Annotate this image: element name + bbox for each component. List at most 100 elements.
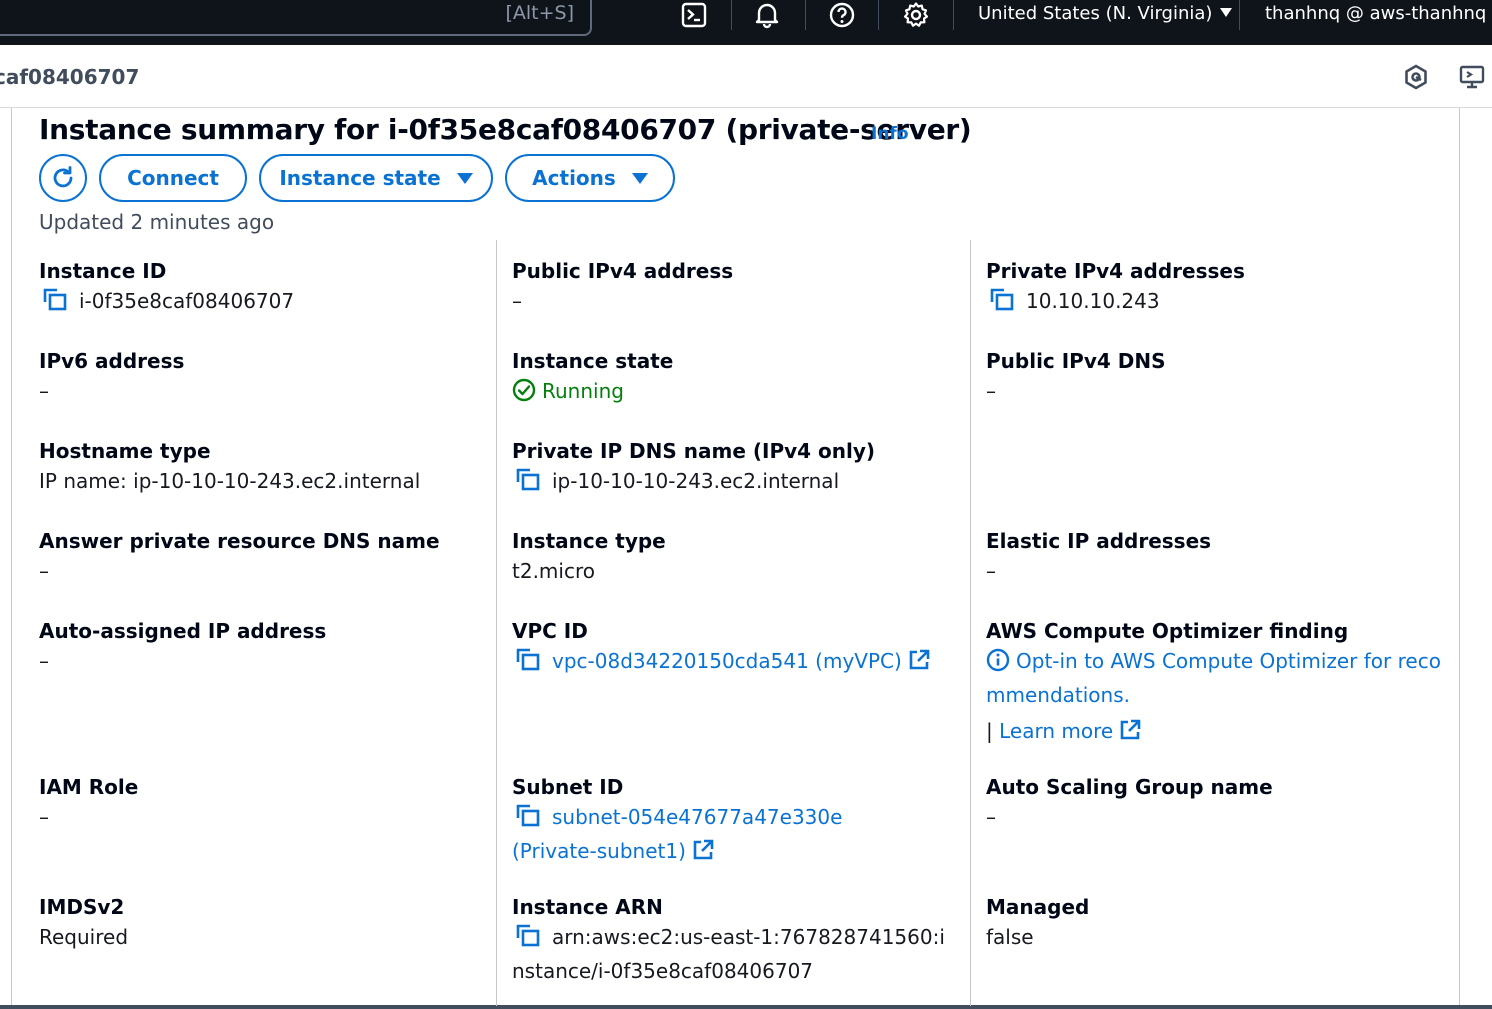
external-link-icon[interactable]	[1119, 719, 1141, 749]
refresh-icon	[53, 166, 73, 188]
field-auto-ip: Auto-assigned IP address –	[39, 616, 479, 676]
region-selector[interactable]: United States (N. Virginia)	[978, 3, 1233, 24]
field-asg-name: Auto Scaling Group name –	[986, 772, 1426, 832]
field-label: VPC ID	[512, 619, 588, 643]
field-label: Answer private resource DNS name	[39, 529, 440, 553]
field-label: AWS Compute Optimizer finding	[986, 619, 1349, 643]
nav-divider	[805, 0, 806, 30]
status-badge: Running	[542, 379, 624, 403]
field-public-ipv4: Public IPv4 address –	[512, 256, 952, 316]
subnet-id-link[interactable]: subnet-054e47677a47e330e (Private-subnet…	[512, 805, 842, 863]
account-menu[interactable]: thanhnq @ aws-thanhnq	[1265, 3, 1492, 24]
vpc-id-link[interactable]: vpc-08d34220150cda541 (myVPC)	[552, 649, 902, 673]
refresh-button[interactable]	[39, 154, 87, 202]
external-link-icon[interactable]	[908, 649, 930, 679]
field-answer-dns: Answer private resource DNS name –	[39, 526, 479, 586]
field-iam-role: IAM Role –	[39, 772, 479, 832]
field-managed: Managed false	[986, 892, 1426, 952]
field-private-dns: Private IP DNS name (IPv4 only) ip-10-10…	[512, 436, 952, 500]
page-title: Instance summary for i-0f35e8caf08406707…	[39, 113, 972, 146]
container-border	[1459, 108, 1460, 1006]
connect-label: Connect	[127, 166, 219, 190]
nav-divider	[731, 0, 732, 30]
field-hostname-type: Hostname type IP name: ip-10-10-10-243.e…	[39, 436, 479, 496]
info-circle-icon	[986, 648, 1010, 680]
field-label: Instance ARN	[512, 895, 663, 919]
private-ipv4-value: 10.10.10.243	[1026, 289, 1160, 313]
field-subnet-id: Subnet ID subnet-054e47677a47e330e (Priv…	[512, 772, 932, 869]
field-label: IPv6 address	[39, 349, 185, 373]
cloudshell-icon[interactable]	[679, 0, 709, 30]
field-label: Hostname type	[39, 439, 211, 463]
optimizer-opt-in-link[interactable]: Opt-in to AWS Compute Optimizer for reco…	[986, 649, 1441, 707]
copy-icon[interactable]	[516, 468, 542, 500]
breadcrumb-current: caf08406707	[0, 65, 140, 89]
external-link-icon[interactable]	[692, 839, 714, 869]
field-compute-optimizer: AWS Compute Optimizer finding Opt-in to …	[986, 616, 1446, 749]
field-value: –	[512, 289, 522, 313]
field-label: Instance type	[512, 529, 666, 553]
field-label: Subnet ID	[512, 775, 624, 799]
breadcrumb-bar: caf08406707	[0, 45, 1492, 108]
field-ipv6: IPv6 address –	[39, 346, 479, 406]
actions-label: Actions	[532, 166, 616, 190]
field-label: Auto Scaling Group name	[986, 775, 1273, 799]
column-divider	[496, 240, 497, 1006]
nav-divider	[878, 0, 879, 30]
field-label: Auto-assigned IP address	[39, 619, 327, 643]
region-label: United States (N. Virginia)	[978, 3, 1213, 24]
bell-icon[interactable]	[752, 0, 782, 30]
field-value: Required	[39, 925, 129, 949]
copy-icon[interactable]	[43, 288, 69, 320]
field-value: –	[39, 379, 49, 403]
field-instance-id: Instance ID i-0f35e8caf08406707	[39, 256, 479, 320]
field-label: Elastic IP addresses	[986, 529, 1212, 553]
field-imdsv2: IMDSv2 Required	[39, 892, 479, 952]
field-value: –	[39, 805, 49, 829]
field-value: IP name: ip-10-10-10-243.ec2.internal	[39, 469, 421, 493]
gear-icon[interactable]	[901, 0, 931, 30]
hexagon-icon[interactable]	[1402, 63, 1430, 91]
caret-down-icon	[1220, 8, 1233, 17]
field-private-ipv4: Private IPv4 addresses 10.10.10.243	[986, 256, 1426, 320]
private-dns-value: ip-10-10-10-243.ec2.internal	[552, 469, 840, 493]
instance-state-button[interactable]: Instance state	[259, 154, 493, 202]
display-settings-icon[interactable]	[1458, 63, 1486, 91]
column-divider	[970, 240, 971, 1006]
field-label: Instance state	[512, 349, 674, 373]
field-instance-type: Instance type t2.micro	[512, 526, 952, 586]
copy-icon[interactable]	[516, 924, 542, 956]
field-value: –	[986, 379, 996, 403]
copy-icon[interactable]	[990, 288, 1016, 320]
field-public-dns: Public IPv4 DNS –	[986, 346, 1426, 406]
field-vpc-id: VPC ID vpc-08d34220150cda541 (myVPC)	[512, 616, 952, 680]
search-box[interactable]: [Alt+S]	[0, 0, 592, 36]
instance-state-label: Instance state	[279, 166, 441, 190]
top-navigation: [Alt+S] United States (N. Virginia) than…	[0, 0, 1492, 45]
status-success-icon	[512, 378, 536, 410]
field-value: –	[39, 649, 49, 673]
caret-down-icon	[631, 172, 648, 184]
field-label: Instance ID	[39, 259, 167, 283]
actions-button[interactable]: Actions	[505, 154, 675, 202]
field-instance-arn: Instance ARN arn:aws:ec2:us-east-1:76782…	[512, 892, 956, 986]
field-label: Private IPv4 addresses	[986, 259, 1245, 283]
field-label: Public IPv4 DNS	[986, 349, 1166, 373]
instance-id-value: i-0f35e8caf08406707	[79, 289, 295, 313]
help-icon[interactable]	[827, 0, 857, 30]
container-border	[0, 1005, 1492, 1009]
field-value: –	[986, 805, 996, 829]
caret-down-icon	[456, 172, 473, 184]
field-value: t2.micro	[512, 559, 595, 583]
copy-icon[interactable]	[516, 804, 542, 836]
connect-button[interactable]: Connect	[99, 154, 247, 202]
copy-icon[interactable]	[516, 648, 542, 680]
nav-divider	[1239, 0, 1240, 30]
instance-arn-value: arn:aws:ec2:us-east-1:767828741560:insta…	[512, 925, 945, 983]
field-elastic-ip: Elastic IP addresses –	[986, 526, 1426, 586]
nav-divider	[953, 0, 954, 30]
field-label: Private IP DNS name (IPv4 only)	[512, 439, 876, 463]
info-link[interactable]: Info	[871, 124, 909, 144]
learn-more-link[interactable]: Learn more	[999, 719, 1113, 743]
container-border	[11, 108, 12, 1006]
